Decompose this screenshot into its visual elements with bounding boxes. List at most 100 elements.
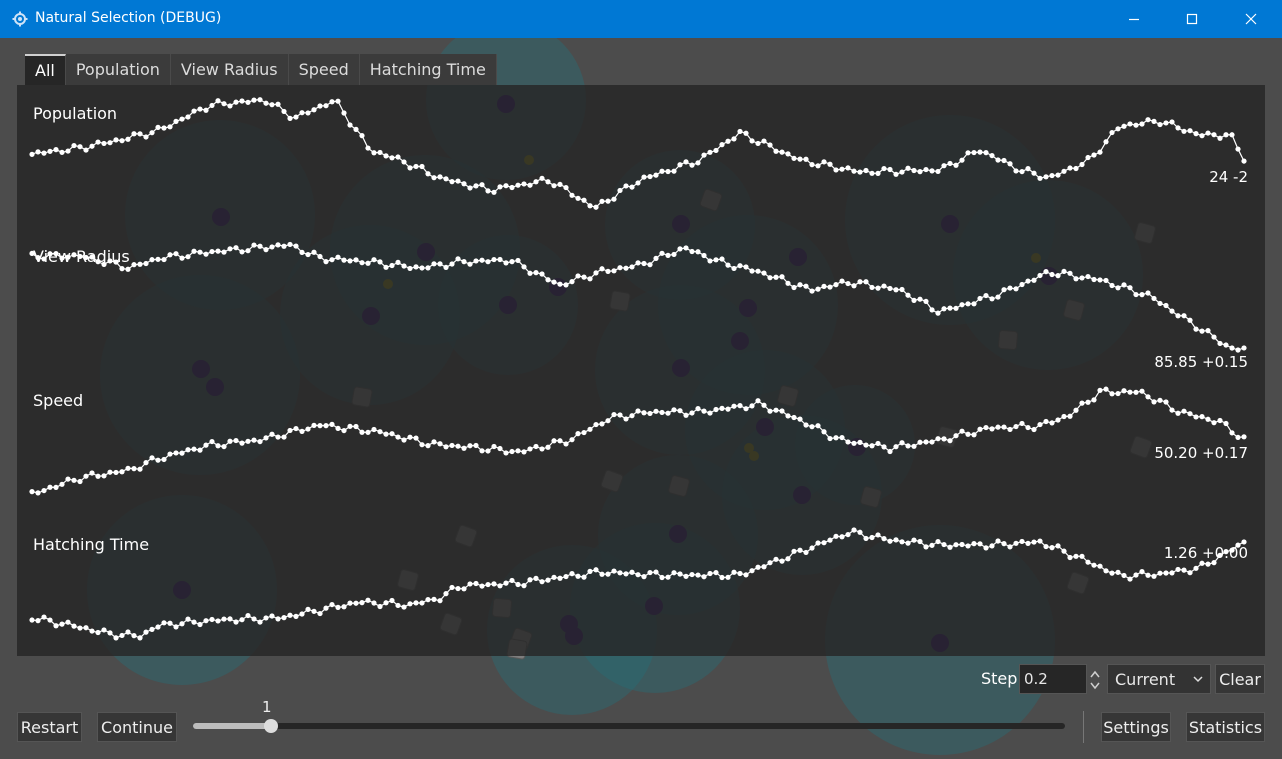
tab-all[interactable]: All [25, 54, 66, 85]
graph-point [1103, 277, 1109, 284]
graph-point [947, 305, 953, 311]
graph-point [389, 431, 395, 437]
graph-point [1115, 569, 1121, 575]
settings-button[interactable]: Settings [1101, 712, 1171, 742]
graph-point [407, 165, 413, 171]
graph-point [227, 103, 233, 109]
graph-point [527, 446, 533, 452]
graph-point [875, 285, 881, 291]
graph-point [1073, 407, 1079, 413]
graph-point [341, 110, 347, 116]
close-button[interactable] [1222, 0, 1280, 38]
graph-point [71, 142, 77, 149]
graph-point [1157, 121, 1163, 128]
graph-point [119, 632, 125, 639]
graph-point [65, 148, 71, 154]
graph-point [587, 203, 593, 209]
graph-point [995, 424, 1001, 430]
graph-point [869, 284, 875, 291]
graph-point [1055, 172, 1061, 178]
clear-button[interactable]: Clear [1215, 664, 1265, 694]
graph-point [449, 584, 455, 591]
graph-point [803, 156, 809, 162]
graph-point [383, 431, 389, 437]
graph-point [1199, 414, 1205, 420]
speed-slider-handle[interactable] [264, 719, 278, 733]
graph-point [731, 403, 737, 409]
graph-point [527, 270, 533, 276]
graph-point [161, 456, 167, 463]
graph-point [41, 150, 47, 156]
graph-point [479, 448, 485, 454]
graph-point [47, 617, 53, 623]
graph-point [1127, 576, 1133, 582]
graph-point [767, 275, 773, 281]
graph-point [941, 541, 947, 548]
graph-point [713, 147, 719, 154]
graph-point [839, 278, 845, 284]
graph-point [899, 440, 905, 446]
graph-point [137, 261, 143, 267]
minimize-button[interactable] [1105, 0, 1163, 38]
graph-point [263, 247, 269, 253]
graph-point [1109, 282, 1115, 289]
graph-point [815, 423, 821, 429]
statistics-button[interactable]: Statistics [1186, 712, 1265, 742]
tab-speed[interactable]: Speed [288, 54, 360, 85]
graph-point [701, 574, 707, 580]
graph-point [467, 581, 473, 587]
continue-button[interactable]: Continue [97, 712, 177, 742]
graph-point [347, 600, 353, 606]
graph-point [137, 131, 143, 137]
graph-point [455, 178, 461, 184]
graph-point [1145, 290, 1151, 296]
graph-point [731, 569, 737, 575]
graph-point [605, 418, 611, 424]
graph-point [1211, 132, 1217, 138]
graph-point [839, 534, 845, 540]
tab-population[interactable]: Population [65, 54, 171, 85]
maximize-button[interactable] [1163, 0, 1221, 38]
graph-point [275, 616, 281, 622]
graph-point [335, 425, 341, 431]
graph-point [143, 260, 149, 267]
graph-point [959, 157, 965, 163]
graph-point [407, 265, 413, 272]
graph-point [833, 435, 839, 441]
graph-point [1229, 345, 1235, 351]
graph-point [587, 568, 593, 574]
mode-select[interactable]: Current [1107, 664, 1211, 694]
graph-point [467, 443, 473, 449]
graph-point [599, 266, 605, 272]
graph-point [521, 583, 527, 589]
graph-point [737, 403, 743, 409]
graph-point [821, 429, 827, 435]
spin-arrows-icon[interactable] [1088, 668, 1102, 692]
speed-slider[interactable] [193, 723, 1065, 729]
graph-point [887, 538, 893, 544]
graph-point [1091, 276, 1097, 283]
graph-point [965, 301, 971, 307]
graph-point [731, 136, 737, 142]
graph-point [1109, 129, 1115, 136]
graph-point [821, 159, 827, 165]
graph-point [869, 534, 875, 541]
graph-point [449, 442, 455, 449]
graph-point [329, 421, 335, 427]
step-input[interactable] [1019, 664, 1087, 694]
restart-button[interactable]: Restart [17, 712, 82, 742]
graph-point [791, 155, 797, 161]
graph-point [515, 448, 521, 454]
graph-point [623, 265, 629, 271]
graph-point [1049, 545, 1055, 551]
graph-point [425, 597, 431, 603]
graph-point [227, 616, 233, 622]
graph-point [113, 137, 119, 143]
graph-point [557, 281, 563, 287]
graph-point [71, 477, 77, 483]
tab-view-radius[interactable]: View Radius [170, 54, 289, 85]
graph-point [257, 243, 263, 249]
graph-point [779, 408, 785, 414]
graph-point [257, 97, 263, 103]
tab-hatching-time[interactable]: Hatching Time [359, 54, 497, 85]
